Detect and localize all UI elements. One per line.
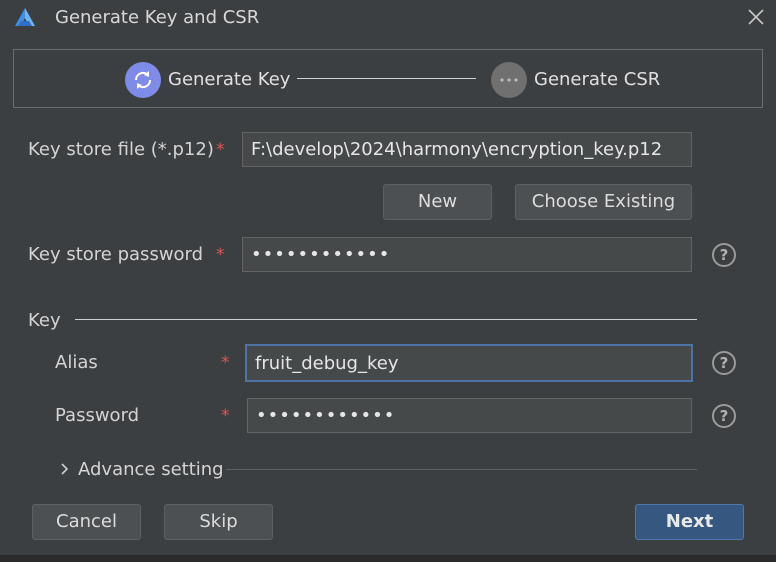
alias-label: Alias bbox=[55, 352, 98, 373]
help-icon[interactable]: ? bbox=[712, 243, 736, 267]
new-keystore-button[interactable]: New bbox=[383, 184, 492, 220]
help-icon[interactable]: ? bbox=[712, 404, 736, 428]
keystore-file-label: Key store file (*.p12) bbox=[28, 139, 214, 160]
key-section-divider bbox=[75, 319, 697, 320]
alias-input[interactable] bbox=[245, 344, 693, 382]
close-icon[interactable] bbox=[745, 6, 767, 28]
keystore-password-field[interactable] bbox=[242, 237, 692, 272]
ellipsis-icon bbox=[491, 62, 527, 98]
choose-existing-button[interactable]: Choose Existing bbox=[515, 184, 692, 220]
step-generate-key-label: Generate Key bbox=[168, 69, 291, 90]
step-generate-csr-label: Generate CSR bbox=[534, 69, 661, 90]
required-mark: * bbox=[216, 245, 225, 265]
chevron-right-icon[interactable] bbox=[58, 460, 72, 478]
advance-setting-toggle[interactable]: Advance setting bbox=[78, 458, 224, 482]
stepper-connector bbox=[297, 78, 476, 79]
skip-button[interactable]: Skip bbox=[164, 504, 273, 540]
sync-icon bbox=[125, 62, 161, 98]
key-section-label: Key bbox=[28, 310, 61, 331]
advance-setting-divider bbox=[226, 469, 697, 470]
cancel-button[interactable]: Cancel bbox=[32, 504, 141, 540]
key-password-label: Password bbox=[55, 405, 140, 426]
keystore-password-label: Key store password bbox=[28, 244, 204, 265]
harmony-logo-icon bbox=[12, 6, 38, 30]
taskbar-strip bbox=[0, 555, 776, 562]
keystore-file-input[interactable] bbox=[242, 132, 692, 167]
help-icon[interactable]: ? bbox=[712, 351, 736, 375]
required-mark: * bbox=[216, 140, 225, 160]
next-button[interactable]: Next bbox=[635, 504, 744, 540]
window-title: Generate Key and CSR bbox=[55, 7, 260, 28]
key-password-field[interactable] bbox=[247, 398, 692, 433]
required-mark: * bbox=[221, 353, 230, 373]
required-mark: * bbox=[221, 406, 230, 426]
